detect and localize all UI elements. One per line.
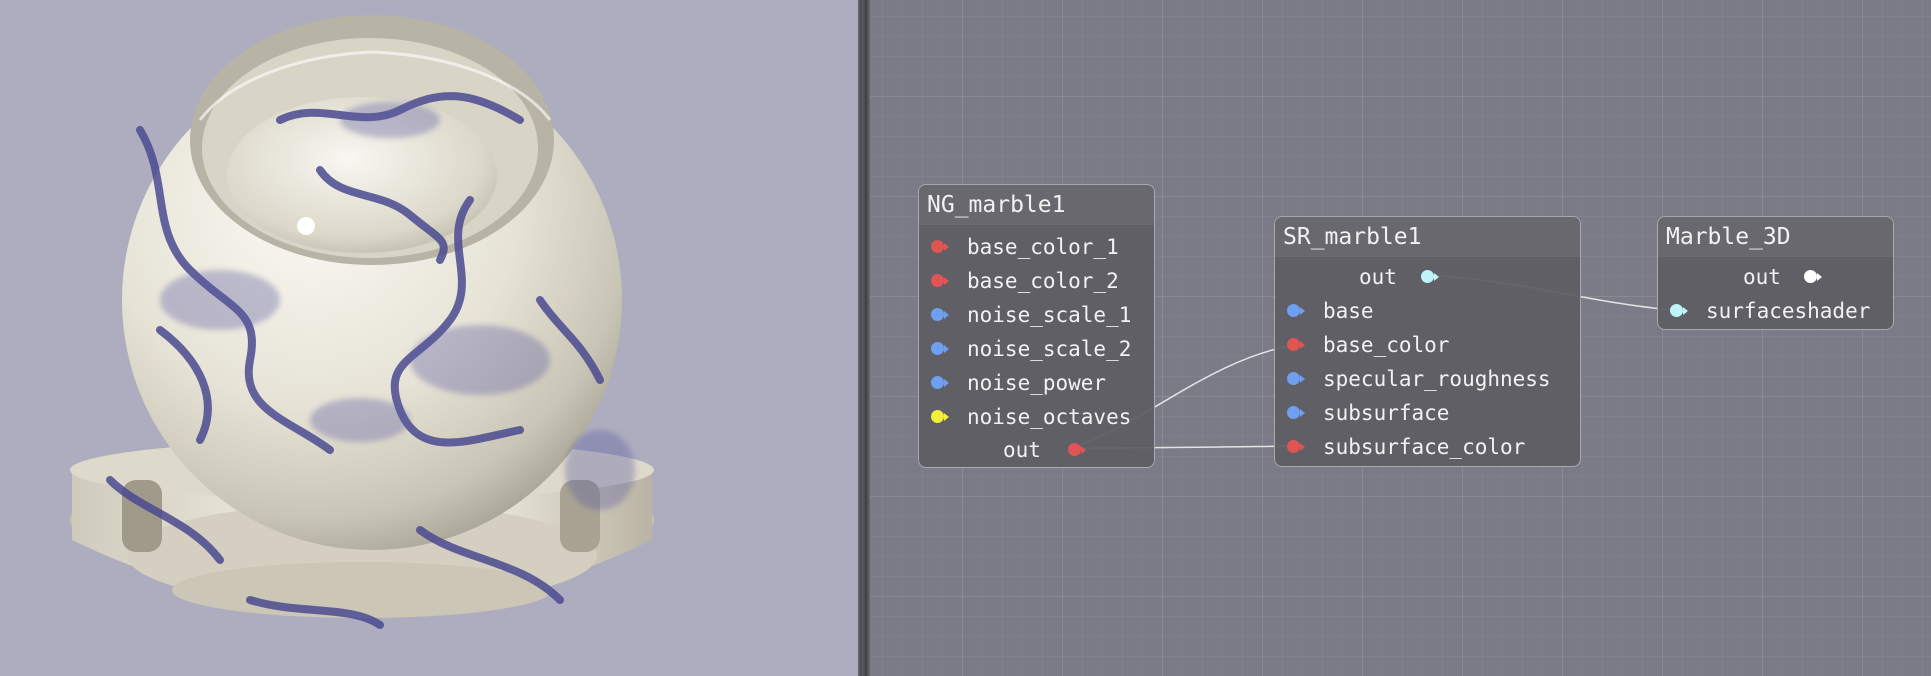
port-socket-icon[interactable] [1804,270,1817,283]
panel-splitter[interactable] [858,0,870,676]
port-out[interactable]: out [919,433,1154,467]
port-label: out [1359,265,1397,289]
port-label: base_color [1323,333,1450,357]
port-label: base_color_2 [967,269,1119,293]
port-socket-icon[interactable] [931,376,944,389]
port-label: noise_power [967,371,1107,395]
port-socket-icon[interactable] [931,308,944,321]
port-socket-icon[interactable] [1421,270,1434,283]
material-preview-viewport[interactable] [0,0,858,676]
node-title: Marble_3D [1658,217,1893,257]
shader-ball-preview [70,15,654,629]
port-socket-icon[interactable] [931,240,944,253]
port-out[interactable]: out [1275,260,1580,294]
node-sr-marble1[interactable]: SR_marble1 out base base_color specular_… [1274,216,1581,467]
port-label: out [1003,438,1041,462]
port-socket-icon[interactable] [1287,338,1300,351]
port-socket-icon[interactable] [1287,372,1300,385]
port-label: noise_scale_2 [967,337,1132,361]
port-socket-icon[interactable] [931,342,944,355]
port-label: subsurface [1323,401,1450,425]
node-title: SR_marble1 [1275,217,1580,257]
port-label: base_color_1 [967,235,1119,259]
port-socket-icon[interactable] [931,274,944,287]
port-socket-icon[interactable] [1287,406,1300,419]
port-socket-icon[interactable] [931,410,944,423]
port-out[interactable]: out [1658,260,1893,294]
port-socket-icon[interactable] [1287,304,1300,317]
port-label: noise_scale_1 [967,303,1132,327]
port-label: base [1323,299,1374,323]
port-label: out [1743,265,1781,289]
port-socket-icon[interactable] [1670,304,1683,317]
port-label: subsurface_color [1323,435,1526,459]
node-marble-3d[interactable]: Marble_3D out surfaceshader [1657,216,1894,330]
port-label: surfaceshader [1706,299,1871,323]
node-ng-marble1[interactable]: NG_marble1 base_color_1 base_color_2 noi… [918,184,1155,468]
port-label: noise_octaves [967,405,1132,429]
port-socket-icon[interactable] [1287,440,1300,453]
port-socket-icon[interactable] [1068,443,1081,456]
port-label: specular_roughness [1323,367,1551,391]
node-title: NG_marble1 [919,185,1154,225]
